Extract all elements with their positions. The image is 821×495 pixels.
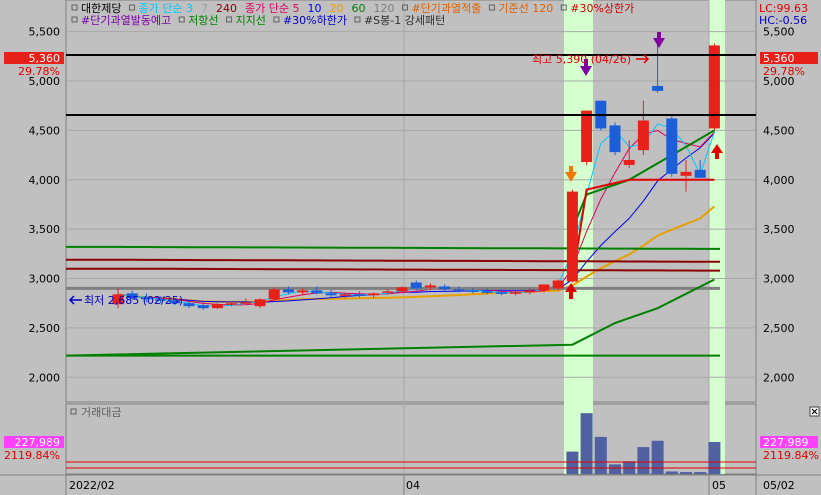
price-tick-left: 2,500 bbox=[29, 322, 61, 335]
candle-body bbox=[240, 302, 252, 304]
volume-current-right: 227,989 bbox=[763, 436, 809, 449]
candle-body bbox=[510, 292, 522, 294]
volume-pct-left: 2119.84% bbox=[4, 449, 60, 462]
legend-item[interactable]: 저항선 bbox=[188, 14, 218, 27]
candle-body bbox=[297, 290, 309, 293]
volume-bar bbox=[609, 464, 621, 474]
legend-item[interactable]: #S봉-1 강세패턴 bbox=[364, 14, 445, 27]
legend-item[interactable]: #30%상한가 bbox=[570, 2, 634, 15]
volume-bar bbox=[680, 472, 692, 474]
stock-chart-window: 최고 5,390 (04/26) 최저 2,685 (02/25) 대한제당 종가… bbox=[0, 0, 821, 495]
candle-body bbox=[197, 305, 209, 309]
candle-body bbox=[495, 292, 507, 294]
price-tick-left: 2,000 bbox=[29, 371, 61, 384]
legend-item[interactable]: #30%하한가 bbox=[283, 13, 347, 27]
candle-body bbox=[410, 282, 422, 289]
high-price-annotation: 최고 5,390 (04/26) bbox=[532, 53, 631, 66]
price-tick-right: 5,500 bbox=[763, 26, 795, 39]
candle-body bbox=[694, 169, 706, 178]
volume-bar bbox=[665, 471, 678, 474]
candle-body bbox=[524, 290, 536, 293]
candle-body bbox=[552, 280, 564, 289]
candle-body bbox=[481, 291, 493, 293]
volume-current-left: 227,989 bbox=[15, 436, 61, 449]
candle-body bbox=[666, 118, 678, 174]
candle-body bbox=[325, 293, 337, 296]
candle-body bbox=[211, 304, 223, 309]
legend-item[interactable]: 240 bbox=[216, 2, 237, 15]
current-price-left: 5,360 bbox=[29, 52, 61, 65]
current-pct-right: 29.78% bbox=[763, 65, 805, 78]
volume-bar bbox=[651, 440, 664, 474]
volume-pct-right: 2119.84% bbox=[763, 449, 819, 462]
volume-bar bbox=[637, 447, 650, 474]
candle-body bbox=[637, 120, 649, 151]
price-tick-right: 3,500 bbox=[763, 223, 795, 236]
candle-body bbox=[566, 191, 578, 282]
candle-body bbox=[282, 289, 294, 293]
legend-item[interactable]: 기준선 120 bbox=[498, 2, 553, 15]
volume-bar bbox=[708, 442, 721, 474]
candle-body bbox=[652, 85, 664, 91]
price-tick-left: 5,500 bbox=[29, 26, 61, 39]
current-pct-left: 29.78% bbox=[18, 65, 60, 78]
legend-row-2: #단기과열발동예고 저항선 지지선 #30%하한가 #S봉-1 강세패턴 bbox=[71, 13, 445, 27]
volume-bar bbox=[566, 451, 579, 474]
date-label-april: 04 bbox=[406, 479, 420, 492]
candle-body bbox=[353, 294, 365, 296]
price-tick-left: 4,500 bbox=[29, 124, 61, 137]
candle-body bbox=[226, 303, 238, 305]
volume-title: 거래대금 bbox=[81, 406, 121, 419]
candle-body bbox=[368, 293, 380, 296]
legend-item[interactable]: 지지선 bbox=[236, 14, 266, 27]
price-tick-left: 3,500 bbox=[29, 223, 61, 236]
current-price-right: 5,360 bbox=[763, 52, 795, 65]
candle-body bbox=[609, 125, 621, 153]
candle-body bbox=[396, 287, 408, 292]
low-price-annotation: 최저 2,685 (02/25) bbox=[84, 294, 183, 307]
price-tick-left: 3,000 bbox=[29, 273, 61, 286]
date-label-may: 05 bbox=[712, 479, 726, 492]
price-tick-right: 4,000 bbox=[763, 174, 795, 187]
date-label-current: 05/02 bbox=[763, 479, 795, 492]
price-tick-right: 2,000 bbox=[763, 371, 795, 384]
legend-item[interactable]: #단기과열발동예고 bbox=[81, 14, 171, 27]
candle-body bbox=[382, 291, 394, 293]
volume-bar bbox=[694, 472, 707, 474]
candle-body bbox=[339, 294, 351, 296]
date-label-start: 2022/02 bbox=[69, 479, 115, 492]
price-tick-left: 4,000 bbox=[29, 174, 61, 187]
volume-bar bbox=[580, 413, 593, 474]
candle-body bbox=[424, 285, 436, 288]
candle-body bbox=[623, 160, 635, 165]
price-tick-right: 2,500 bbox=[763, 322, 795, 335]
candle-body bbox=[467, 290, 479, 292]
candle-body bbox=[439, 286, 451, 290]
candle-body bbox=[680, 171, 692, 176]
candle-body bbox=[183, 303, 195, 307]
candle-body bbox=[268, 289, 280, 300]
candle-body bbox=[453, 289, 465, 291]
candle-body bbox=[538, 284, 550, 291]
price-tick-right: 4,500 bbox=[763, 124, 795, 137]
price-tick-right: 3,000 bbox=[763, 273, 795, 286]
candle-body bbox=[581, 110, 593, 162]
candle-body bbox=[311, 290, 323, 294]
price-panel[interactable] bbox=[65, 0, 757, 403]
candle-body bbox=[254, 299, 266, 307]
